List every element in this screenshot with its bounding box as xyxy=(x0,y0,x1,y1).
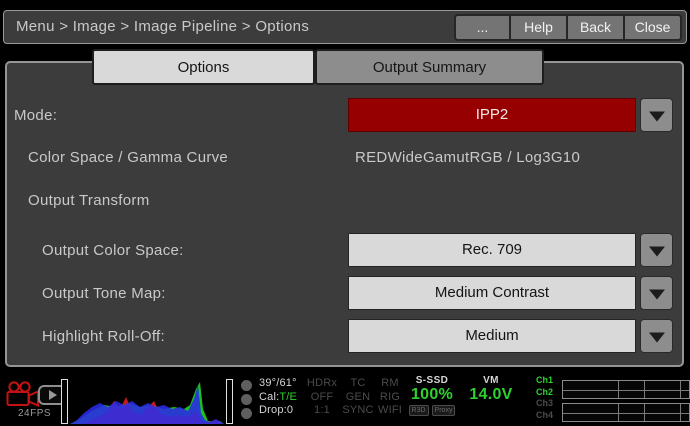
status-led-1 xyxy=(241,380,252,391)
hdrx-mode: OFF xyxy=(310,390,334,403)
title-bar: Menu > Image > Image Pipeline > Options … xyxy=(3,10,687,44)
power-source-label: VM xyxy=(483,375,499,386)
channel-2-label: Ch2 xyxy=(536,386,554,397)
fps-indicator[interactable]: 24FPS xyxy=(18,408,51,419)
audio-channel-labels[interactable]: Ch1 Ch2 Ch3 Ch4 xyxy=(536,375,553,421)
channel-3-label: Ch3 xyxy=(536,398,554,408)
titlebar-button-group: ... Help Back Close xyxy=(454,14,682,41)
tc-sync: SYNC xyxy=(342,404,374,416)
mode-label: Mode: xyxy=(14,107,58,124)
output-color-space-dropdown-arrow-icon[interactable] xyxy=(640,233,673,267)
hdrx-status-column[interactable]: HDRx OFF 1:1 xyxy=(303,377,341,418)
hdrx-ratio: 1:1 xyxy=(314,404,330,416)
voltage-value: 14.0V xyxy=(469,386,513,403)
calibration-value: T/E xyxy=(279,390,298,403)
rm-label: RM xyxy=(381,377,399,389)
breadcrumb: Menu > Image > Image Pipeline > Options xyxy=(16,18,310,35)
audio-meter-ch3-ch4 xyxy=(562,403,690,422)
temperature-readout: 39°/61° xyxy=(259,377,297,389)
audio-meter-ch1-ch2 xyxy=(562,380,690,399)
tab-output-summary[interactable]: Output Summary xyxy=(315,49,544,85)
output-tone-map-dropdown[interactable]: Medium Contrast xyxy=(348,276,636,310)
hdrx-label: HDRx xyxy=(306,377,338,389)
output-color-space-label: Output Color Space: xyxy=(42,242,184,259)
output-tone-map-dropdown-arrow-icon[interactable] xyxy=(640,276,673,310)
highlight-rolloff-dropdown[interactable]: Medium xyxy=(348,319,636,353)
power-status[interactable]: VM 14.0V xyxy=(465,375,517,404)
drop-frames: Drop:0 xyxy=(259,404,294,416)
r3d-badge: R3D xyxy=(408,405,429,416)
tab-options[interactable]: Options xyxy=(92,49,315,85)
highlight-rolloff-dropdown-arrow-icon[interactable] xyxy=(640,319,673,353)
wifi-label: WIFI xyxy=(377,404,402,416)
proxy-badge: Proxy xyxy=(431,405,456,416)
tc-label: TC xyxy=(350,377,366,389)
color-space-gamma-label: Color Space / Gamma Curve xyxy=(28,149,229,166)
media-status[interactable]: S-SSD 100% R3D Proxy xyxy=(406,375,458,416)
timecode-status-column[interactable]: TC GEN SYNC xyxy=(340,377,376,418)
media-type-label: S-SSD xyxy=(415,375,449,386)
red-camera-ui: { "titlebar": { "breadcrumb": "Menu > Im… xyxy=(0,0,690,426)
highlight-rolloff-label: Highlight Roll-Off: xyxy=(42,328,165,345)
codec-badges: R3D Proxy xyxy=(406,405,458,416)
close-button[interactable]: Close xyxy=(625,14,682,41)
channel-1-label: Ch1 xyxy=(536,375,554,385)
histogram-left-bracket xyxy=(61,379,68,424)
mode-dropdown[interactable]: IPP2 xyxy=(348,98,636,132)
channel-4-label: Ch4 xyxy=(536,409,554,420)
status-led-3 xyxy=(241,408,252,419)
output-tone-map-label: Output Tone Map: xyxy=(42,285,166,302)
record-camera-icon[interactable] xyxy=(5,381,40,409)
tc-gen: GEN xyxy=(345,390,371,403)
output-color-space-dropdown[interactable]: Rec. 709 xyxy=(348,233,636,267)
status-led-2 xyxy=(241,394,252,405)
help-button[interactable]: Help xyxy=(511,14,568,41)
output-transform-heading: Output Transform xyxy=(28,192,150,209)
histogram-right-bracket xyxy=(226,379,233,424)
camera-health-column[interactable]: 39°/61° Cal:T/E Drop:0 xyxy=(259,377,297,418)
more-button[interactable]: ... xyxy=(454,14,511,41)
calibration-label: Cal: xyxy=(259,390,280,403)
rig-label: RIG xyxy=(379,390,401,403)
status-bar: 24FPS 39°/61° Cal:T/E Drop:0 HDRx OFF 1:1 TC… xyxy=(0,368,690,426)
rig-status-column[interactable]: RM RIG WIFI xyxy=(372,377,408,418)
mode-dropdown-arrow-icon[interactable] xyxy=(640,98,673,132)
color-space-gamma-value: REDWideGamutRGB / Log3G10 xyxy=(355,149,581,166)
rgb-histogram[interactable] xyxy=(70,379,224,424)
back-button[interactable]: Back xyxy=(568,14,625,41)
media-capacity-value: 100% xyxy=(410,386,454,403)
